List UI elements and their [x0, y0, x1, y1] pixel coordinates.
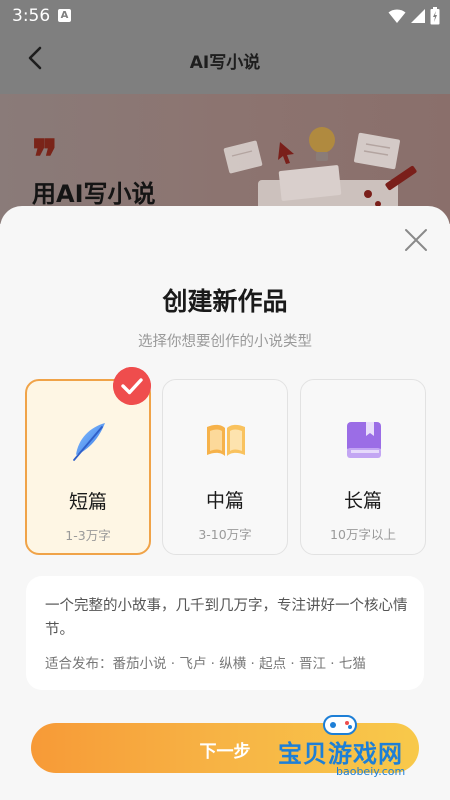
- status-icons: [388, 7, 440, 25]
- page-title: AI写小说: [189, 53, 261, 73]
- hero-banner: ❞ 用AI写小说: [0, 94, 450, 224]
- sheet-subtitle: 选择你想要创作的小说类型: [138, 334, 312, 350]
- battery-icon: [430, 7, 440, 25]
- card-word-range: 3-10万字: [198, 527, 252, 542]
- signal-icon: [411, 9, 425, 23]
- novel-type-long-card[interactable]: 长篇 10万字以上: [300, 379, 426, 555]
- card-word-range: 10万字以上: [330, 527, 396, 542]
- wifi-icon: [388, 9, 406, 23]
- close-icon[interactable]: [402, 226, 430, 254]
- selected-check-icon: [113, 367, 151, 405]
- publish-platforms: 适合发布：番茄小说 · 飞卢 · 纵横 · 起点 · 晋江 · 七猫: [45, 656, 366, 672]
- novel-type-short-card[interactable]: 短篇 1-3万字: [25, 379, 151, 555]
- type-description-card: 一个完整的小故事，几千到几万字，专注讲好一个核心情节。 适合发布：番茄小说 · …: [26, 576, 424, 690]
- closed-book-icon: [347, 422, 381, 458]
- watermark-text: 宝贝游戏网: [278, 740, 403, 768]
- sheet-title: 创建新作品: [162, 287, 288, 316]
- novel-type-medium-card[interactable]: 中篇 3-10万字: [162, 379, 288, 555]
- status-time: 3:56: [12, 6, 51, 26]
- gamepad-mascot-icon: [323, 715, 357, 735]
- watermark: 宝贝游戏网 baobeiy.com: [278, 712, 446, 784]
- card-label: 短篇: [68, 491, 107, 513]
- card-word-range: 1-3万字: [65, 528, 111, 543]
- card-label: 长篇: [343, 490, 382, 512]
- watermark-url: baobeiy.com: [336, 765, 406, 778]
- status-bar: 3:56 A: [0, 0, 450, 32]
- app-header: AI写小说: [0, 32, 450, 94]
- open-book-icon: [207, 424, 245, 456]
- card-label: 中篇: [205, 490, 244, 512]
- type-description: 一个完整的小故事，几千到几万字，专注讲好一个核心情节。: [45, 598, 408, 638]
- notification-icon: A: [58, 9, 71, 22]
- banner-title: 用AI写小说: [32, 180, 156, 208]
- feather-icon: [73, 423, 105, 461]
